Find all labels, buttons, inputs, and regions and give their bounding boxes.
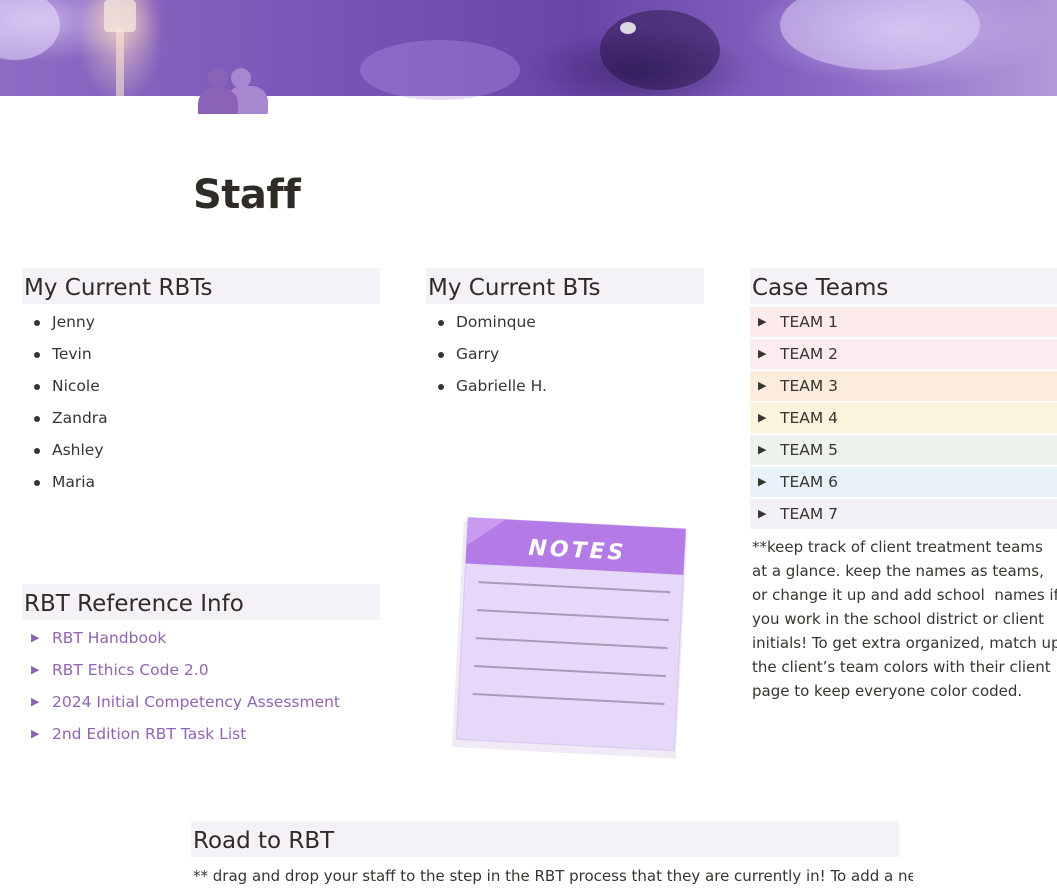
toggle-triangle-icon[interactable]: ▶ xyxy=(31,654,39,686)
team-toggle[interactable]: ▶ TEAM 1 xyxy=(750,307,1057,337)
reference-toggle[interactable]: ▶ RBT Ethics Code 2.0 xyxy=(24,654,374,686)
list-item[interactable]: Jenny xyxy=(24,306,374,338)
team-toggle[interactable]: ▶ TEAM 6 xyxy=(750,467,1057,497)
reference-toggle[interactable]: ▶ RBT Handbook xyxy=(24,622,374,654)
toggle-triangle-icon[interactable]: ▶ xyxy=(758,435,766,465)
team-toggle[interactable]: ▶ TEAM 5 xyxy=(750,435,1057,465)
list-item[interactable]: Zandra xyxy=(24,402,374,434)
team-label: TEAM 3 xyxy=(780,377,839,395)
cover-blob xyxy=(620,22,636,34)
reference-label: RBT Ethics Code 2.0 xyxy=(52,661,209,679)
notion-page: Staff My Current RBTs Jenny Tevin Nicole… xyxy=(0,0,1057,894)
reference-label: 2024 Initial Competency Assessment xyxy=(52,693,341,711)
reference-label: RBT Handbook xyxy=(52,629,167,647)
team-label: TEAM 4 xyxy=(780,409,839,427)
notes-sticker-label: NOTES xyxy=(528,536,627,566)
notes-sticker-image[interactable]: NOTES xyxy=(440,505,700,765)
case-teams-heading[interactable]: Case Teams xyxy=(750,268,1057,304)
toggle-triangle-icon[interactable]: ▶ xyxy=(758,371,766,401)
list-item[interactable]: Gabrielle H. xyxy=(428,370,698,402)
bts-heading[interactable]: My Current BTs xyxy=(426,268,704,304)
bts-list: Dominque Garry Gabrielle H. xyxy=(428,306,698,402)
list-item[interactable]: Nicole xyxy=(24,370,374,402)
cover-blob xyxy=(0,0,60,60)
team-toggle[interactable]: ▶ TEAM 4 xyxy=(750,403,1057,433)
team-label: TEAM 6 xyxy=(780,473,839,491)
toggle-triangle-icon[interactable]: ▶ xyxy=(31,718,39,750)
list-item[interactable]: Garry xyxy=(428,338,698,370)
reference-toggle[interactable]: ▶ 2024 Initial Competency Assessment xyxy=(24,686,374,718)
reference-label: 2nd Edition RBT Task List xyxy=(52,725,247,743)
toggle-triangle-icon[interactable]: ▶ xyxy=(758,339,766,369)
road-description[interactable]: ** drag and drop your staff to the step … xyxy=(193,864,913,888)
page-title[interactable]: Staff xyxy=(193,172,301,218)
toggle-triangle-icon[interactable]: ▶ xyxy=(31,622,39,654)
cover-blob xyxy=(360,40,520,100)
list-item[interactable]: Tevin xyxy=(24,338,374,370)
list-item[interactable]: Maria xyxy=(24,466,374,498)
toggle-triangle-icon[interactable]: ▶ xyxy=(758,403,766,433)
rbts-heading[interactable]: My Current RBTs xyxy=(22,268,380,304)
cover-blob xyxy=(780,0,980,70)
reference-heading[interactable]: RBT Reference Info xyxy=(22,584,380,620)
toggle-triangle-icon[interactable]: ▶ xyxy=(758,467,766,497)
team-toggle[interactable]: ▶ TEAM 2 xyxy=(750,339,1057,369)
lamp-decoration xyxy=(104,0,136,32)
reference-toggle[interactable]: ▶ 2nd Edition RBT Task List xyxy=(24,718,374,750)
toggle-triangle-icon[interactable]: ▶ xyxy=(758,499,766,529)
cover-blob xyxy=(600,10,720,90)
people-icon[interactable] xyxy=(196,66,270,114)
team-label: TEAM 1 xyxy=(780,313,839,331)
list-item[interactable]: Dominque xyxy=(428,306,698,338)
case-teams-note[interactable]: **keep track of client treatment teams a… xyxy=(752,535,1057,703)
team-toggle[interactable]: ▶ TEAM 3 xyxy=(750,371,1057,401)
road-heading[interactable]: Road to RBT xyxy=(191,821,899,857)
team-label: TEAM 5 xyxy=(780,441,839,459)
cover-image[interactable] xyxy=(0,0,1057,100)
list-item[interactable]: Ashley xyxy=(24,434,374,466)
toggle-triangle-icon[interactable]: ▶ xyxy=(758,307,766,337)
toggle-triangle-icon[interactable]: ▶ xyxy=(31,686,39,718)
lamp-post-decoration xyxy=(116,30,124,96)
rbts-list: Jenny Tevin Nicole Zandra Ashley Maria xyxy=(24,306,374,498)
team-label: TEAM 2 xyxy=(780,345,839,363)
reference-list: ▶ RBT Handbook ▶ RBT Ethics Code 2.0 ▶ 2… xyxy=(24,622,374,750)
case-teams-list: ▶ TEAM 1 ▶ TEAM 2 ▶ TEAM 3 ▶ TEAM 4 ▶ TE… xyxy=(750,307,1057,531)
team-toggle[interactable]: ▶ TEAM 7 xyxy=(750,499,1057,529)
team-label: TEAM 7 xyxy=(780,505,839,523)
